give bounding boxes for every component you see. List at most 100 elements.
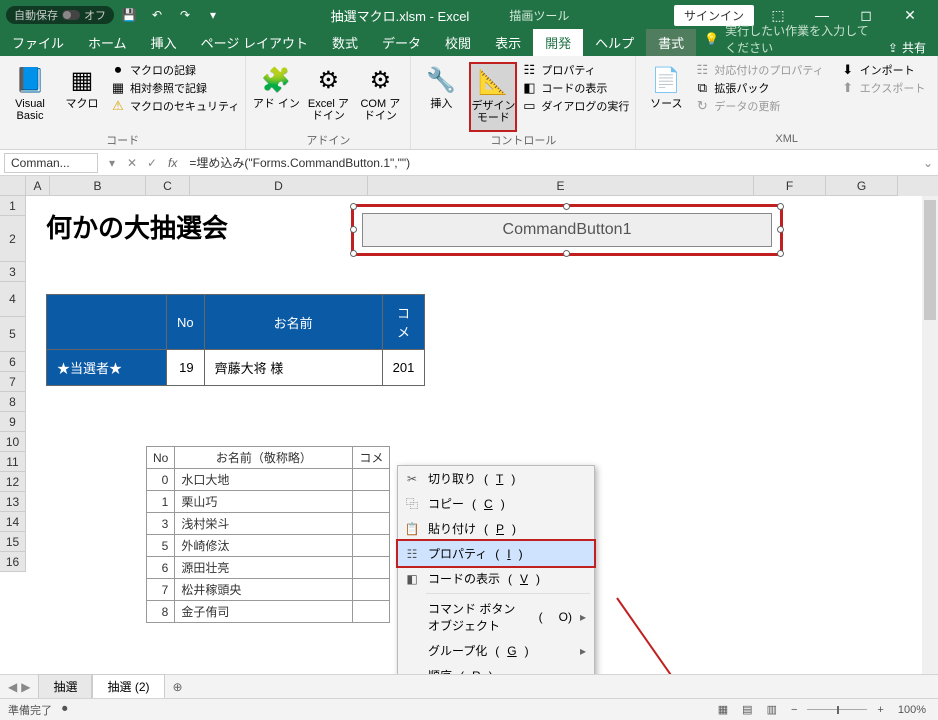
sheet-nav-prev-icon[interactable]: ◀ <box>8 680 17 694</box>
visual-basic-button[interactable]: 📘Visual Basic <box>6 62 54 132</box>
record-macro-button[interactable]: ⏺マクロの記録 <box>110 62 239 78</box>
close-icon[interactable]: ✕ <box>890 7 930 24</box>
col-header-D[interactable]: D <box>190 176 368 196</box>
col-header-A[interactable]: A <box>26 176 50 196</box>
maximize-icon[interactable]: ◻ <box>846 7 886 24</box>
tab-layout[interactable]: ページ レイアウト <box>189 29 320 56</box>
cm-object[interactable]: コマンド ボタン オブジェクト(O)▸ <box>398 596 594 638</box>
select-all-button[interactable] <box>0 176 26 196</box>
table-row[interactable]: 5外崎修汰 <box>147 535 390 557</box>
macro-record-status-icon[interactable]: ⏺ <box>62 703 68 716</box>
cancel-formula-icon[interactable]: ✕ <box>122 156 142 170</box>
table-row[interactable]: 8金子侑司 <box>147 601 390 623</box>
enter-formula-icon[interactable]: ✓ <box>142 156 162 170</box>
excel-addin-button[interactable]: ⚙Excel アドイン <box>304 62 352 132</box>
col-header-B[interactable]: B <box>50 176 146 196</box>
save-icon[interactable]: 💾 <box>116 2 142 28</box>
col-header-G[interactable]: G <box>826 176 898 196</box>
cm-group[interactable]: グループ化(G)▸ <box>398 638 594 663</box>
formula-input[interactable]: =埋め込み("Forms.CommandButton.1","") <box>183 154 918 171</box>
tab-insert[interactable]: 挿入 <box>139 29 189 56</box>
design-mode-button[interactable]: 📐デザイン モード <box>469 62 517 132</box>
tell-me-search[interactable]: 💡実行したい作業を入力してください <box>696 22 876 56</box>
tab-developer[interactable]: 開発 <box>533 29 583 56</box>
row-header-15[interactable]: 15 <box>0 532 26 552</box>
row-header-9[interactable]: 9 <box>0 412 26 432</box>
expand-formula-icon[interactable]: ⌄ <box>918 156 938 170</box>
col-header-E[interactable]: E <box>368 176 754 196</box>
table-row[interactable]: 1栗山巧 <box>147 491 390 513</box>
redo-icon[interactable]: ↷ <box>172 2 198 28</box>
xml-source-button[interactable]: 📄ソース <box>642 62 690 132</box>
view-normal-icon[interactable]: ▦ <box>714 703 732 716</box>
cm-copy[interactable]: ⿻コピー(C) <box>398 491 594 516</box>
row-header-12[interactable]: 12 <box>0 472 26 492</box>
zoom-in-button[interactable]: + <box>873 704 887 716</box>
tab-file[interactable]: ファイル <box>0 29 76 56</box>
cm-view-code[interactable]: ◧コードの表示(V) <box>398 566 594 591</box>
insert-control-icon: 🔧 <box>425 64 457 96</box>
tab-view[interactable]: 表示 <box>483 29 533 56</box>
view-layout-icon[interactable]: ▤ <box>738 703 756 716</box>
view-code-button[interactable]: ◧コードの表示 <box>521 80 629 96</box>
sheet-tabs: ◀ ▶ 抽選 抽選 (2) ⊕ <box>0 674 938 698</box>
cm-cut[interactable]: ✂切り取り(T) <box>398 466 594 491</box>
col-header-F[interactable]: F <box>754 176 826 196</box>
qat-customize-icon[interactable]: ▾ <box>200 2 226 28</box>
row-header-14[interactable]: 14 <box>0 512 26 532</box>
row-header-16[interactable]: 16 <box>0 552 26 572</box>
undo-icon[interactable]: ↶ <box>144 2 170 28</box>
namebox-dropdown-icon[interactable]: ▾ <box>102 156 122 170</box>
table-row[interactable]: 7松井稼頭央 <box>147 579 390 601</box>
table-row[interactable]: 6源田壮亮 <box>147 557 390 579</box>
tab-review[interactable]: 校閲 <box>433 29 483 56</box>
add-sheet-button[interactable]: ⊕ <box>165 680 191 694</box>
ribbon-options-icon[interactable]: ⬚ <box>758 7 798 24</box>
zoom-out-button[interactable]: − <box>787 704 801 716</box>
row-header-2[interactable]: 2 <box>0 216 26 262</box>
sheet-tab-1[interactable]: 抽選 <box>38 674 92 699</box>
zoom-level[interactable]: 100% <box>894 704 930 716</box>
row-header-8[interactable]: 8 <box>0 392 26 412</box>
fx-icon[interactable]: fx <box>162 156 183 170</box>
tab-formula[interactable]: 数式 <box>320 29 370 56</box>
minimize-icon[interactable]: — <box>802 7 842 23</box>
tab-format[interactable]: 書式 <box>646 29 696 56</box>
addin-button[interactable]: 🧩アド イン <box>252 62 300 132</box>
command-button-control[interactable]: CommandButton1 <box>362 213 772 247</box>
name-box[interactable]: Comman... <box>4 153 98 173</box>
macro-button[interactable]: ▦マクロ <box>58 62 106 132</box>
table-row[interactable]: 3浅村栄斗 <box>147 513 390 535</box>
row-header-3[interactable]: 3 <box>0 262 26 282</box>
share-button[interactable]: ⇪共有 <box>876 39 938 56</box>
tab-help[interactable]: ヘルプ <box>583 29 646 56</box>
row-header-1[interactable]: 1 <box>0 196 26 216</box>
macro-security-button[interactable]: ⚠マクロのセキュリティ <box>110 98 239 114</box>
row-header-4[interactable]: 4 <box>0 282 26 317</box>
row-header-10[interactable]: 10 <box>0 432 26 452</box>
expansion-pack-button[interactable]: ⧉拡張パック <box>694 80 823 96</box>
tab-data[interactable]: データ <box>370 29 433 56</box>
cm-paste[interactable]: 📋貼り付け(P) <box>398 516 594 541</box>
row-header-11[interactable]: 11 <box>0 452 26 472</box>
autosave-toggle[interactable]: 自動保存オフ <box>6 6 114 24</box>
properties-button[interactable]: ☷プロパティ <box>521 62 629 78</box>
cm-properties[interactable]: ☷プロパティ(I) <box>396 539 596 568</box>
relative-ref-button[interactable]: ▦相対参照で記録 <box>110 80 239 96</box>
com-addin-button[interactable]: ⚙COM アドイン <box>356 62 404 132</box>
row-header-7[interactable]: 7 <box>0 372 26 392</box>
tab-home[interactable]: ホーム <box>76 29 139 56</box>
table-row[interactable]: 0水口大地 <box>147 469 390 491</box>
sheet-tab-2[interactable]: 抽選 (2) <box>92 674 164 700</box>
row-header-13[interactable]: 13 <box>0 492 26 512</box>
col-header-C[interactable]: C <box>146 176 190 196</box>
vertical-scrollbar[interactable] <box>922 196 938 674</box>
run-dialog-button[interactable]: ▭ダイアログの実行 <box>521 98 629 114</box>
row-header-5[interactable]: 5 <box>0 317 26 352</box>
import-button[interactable]: ⬇インポート <box>840 62 926 78</box>
cm-order[interactable]: 順序(R)▸ <box>398 663 594 674</box>
row-header-6[interactable]: 6 <box>0 352 26 372</box>
sheet-nav-next-icon[interactable]: ▶ <box>21 680 30 694</box>
insert-control-button[interactable]: 🔧挿入 <box>417 62 465 132</box>
view-pagebreak-icon[interactable]: ▥ <box>763 703 781 716</box>
